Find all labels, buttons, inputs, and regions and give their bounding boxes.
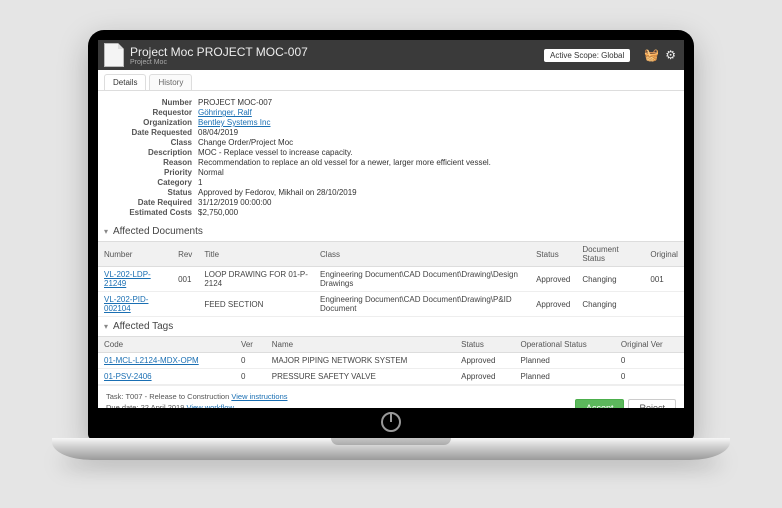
organization-link[interactable]: Bentley Systems Inc bbox=[198, 118, 270, 127]
description-label: Description bbox=[108, 148, 192, 157]
col-tag-status[interactable]: Status bbox=[455, 337, 514, 353]
table-row[interactable]: VL-202-LDP-21249 001 LOOP DRAWING FOR 01… bbox=[98, 267, 684, 292]
tabs: Details History bbox=[98, 70, 684, 91]
due-date-text: Due date: 22 April 2019 bbox=[106, 403, 184, 409]
affected-documents-title: Affected Documents bbox=[113, 226, 203, 237]
class-label: Class bbox=[108, 138, 192, 147]
tag-code-link[interactable]: 01-MCL-L2124-MDX-OPM bbox=[98, 353, 235, 369]
priority-value: Normal bbox=[198, 168, 224, 177]
col-op-status[interactable]: Operational Status bbox=[514, 337, 614, 353]
reject-button[interactable]: Reject bbox=[628, 399, 676, 408]
accept-button[interactable]: Accept bbox=[575, 399, 625, 408]
class-value: Change Order/Project Moc bbox=[198, 138, 293, 147]
number-value: PROJECT MOC-007 bbox=[198, 98, 272, 107]
date-requested-value: 08/04/2019 bbox=[198, 128, 238, 137]
priority-label: Priority bbox=[108, 168, 192, 177]
description-value: MOC - Replace vessel to increase capacit… bbox=[198, 148, 353, 157]
active-scope-badge[interactable]: Active Scope: Global bbox=[544, 49, 630, 62]
date-required-label: Date Required bbox=[108, 198, 192, 207]
tab-details[interactable]: Details bbox=[104, 74, 146, 90]
power-icon bbox=[381, 412, 401, 432]
organization-label: Organization bbox=[108, 118, 192, 127]
estimated-costs-label: Estimated Costs bbox=[108, 208, 192, 217]
date-required-value: 31/12/2019 00:00:00 bbox=[198, 198, 271, 207]
document-icon bbox=[104, 43, 124, 67]
col-rev[interactable]: Rev bbox=[172, 242, 198, 267]
col-name[interactable]: Name bbox=[266, 337, 455, 353]
cart-icon[interactable]: 🧺 bbox=[644, 48, 659, 62]
col-doc-status[interactable]: Document Status bbox=[576, 242, 644, 267]
number-label: Number bbox=[108, 98, 192, 107]
tag-code-link[interactable]: 01-PSV-2406 bbox=[98, 369, 235, 385]
app-header: Project Moc PROJECT MOC-007 Project Moc … bbox=[98, 40, 684, 70]
app-screen: Project Moc PROJECT MOC-007 Project Moc … bbox=[98, 40, 684, 408]
status-value: Approved by Fedorov, Mikhail on 28/10/20… bbox=[198, 188, 357, 197]
col-ver[interactable]: Ver bbox=[235, 337, 266, 353]
task-footer: Task: T007 - Release to Construction Vie… bbox=[98, 385, 684, 408]
affected-tags-header[interactable]: ▾ Affected Tags bbox=[98, 317, 684, 336]
col-number[interactable]: Number bbox=[98, 242, 172, 267]
date-requested-label: Date Requested bbox=[108, 128, 192, 137]
category-value: 1 bbox=[198, 178, 202, 187]
laptop-base bbox=[52, 438, 730, 460]
col-status[interactable]: Status bbox=[530, 242, 576, 267]
category-label: Category bbox=[108, 178, 192, 187]
affected-tags-table: Code Ver Name Status Operational Status … bbox=[98, 336, 684, 385]
tab-history[interactable]: History bbox=[149, 74, 192, 90]
affected-documents-table: Number Rev Title Class Status Document S… bbox=[98, 241, 684, 317]
affected-tags-title: Affected Tags bbox=[113, 321, 173, 332]
requestor-link[interactable]: Göhringer, Ralf bbox=[198, 108, 252, 117]
col-original[interactable]: Original bbox=[644, 242, 684, 267]
affected-documents-header[interactable]: ▾ Affected Documents bbox=[98, 222, 684, 241]
status-label: Status bbox=[108, 188, 192, 197]
chevron-down-icon: ▾ bbox=[104, 322, 108, 331]
reason-value: Recommendation to replace an old vessel … bbox=[198, 158, 491, 167]
page-title: Project Moc PROJECT MOC-007 bbox=[130, 45, 544, 59]
estimated-costs-value: $2,750,000 bbox=[198, 208, 238, 217]
reason-label: Reason bbox=[108, 158, 192, 167]
requestor-label: Requestor bbox=[108, 108, 192, 117]
col-orig-ver[interactable]: Original Ver bbox=[615, 337, 684, 353]
table-row[interactable]: 01-MCL-L2124-MDX-OPM 0 MAJOR PIPING NETW… bbox=[98, 353, 684, 369]
table-row[interactable]: VL-202-PID-002104 FEED SECTION Engineeri… bbox=[98, 292, 684, 317]
doc-number-link[interactable]: VL-202-PID-002104 bbox=[98, 292, 172, 317]
gear-icon[interactable]: ⚙ bbox=[665, 48, 676, 62]
view-instructions-link[interactable]: View instructions bbox=[231, 392, 287, 401]
chevron-down-icon: ▾ bbox=[104, 227, 108, 236]
col-class[interactable]: Class bbox=[314, 242, 530, 267]
task-text: Task: T007 - Release to Construction bbox=[106, 392, 229, 401]
table-row[interactable]: 01-PSV-2406 0 PRESSURE SAFETY VALVE Appr… bbox=[98, 369, 684, 385]
col-code[interactable]: Code bbox=[98, 337, 235, 353]
details-panel: Number PROJECT MOC-007 Requestor Göhringer… bbox=[98, 91, 684, 222]
page-subtitle: Project Moc bbox=[130, 59, 544, 66]
doc-number-link[interactable]: VL-202-LDP-21249 bbox=[98, 267, 172, 292]
col-title[interactable]: Title bbox=[198, 242, 314, 267]
view-workflow-link[interactable]: View workflow bbox=[187, 403, 234, 409]
